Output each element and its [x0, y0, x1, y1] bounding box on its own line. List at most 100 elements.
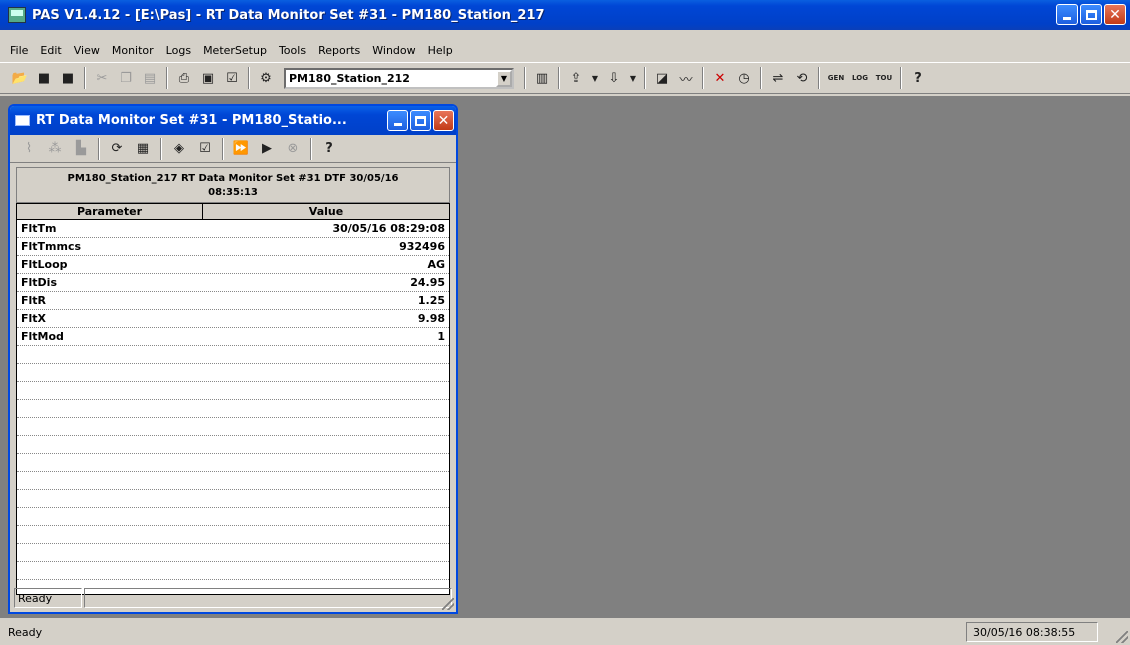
help-icon[interactable]: ? [320, 140, 338, 158]
poll-icon[interactable]: ⟳ [108, 140, 126, 158]
maximize-icon [1085, 9, 1097, 20]
toolbar-separator [98, 137, 100, 160]
param-cell: FltDis [21, 276, 57, 289]
value-cell: 9.98 [417, 312, 445, 325]
waveform-icon[interactable]: 〰 [677, 69, 695, 88]
child-maximize-button[interactable] [410, 110, 431, 131]
table-icon[interactable]: ▦ [134, 140, 152, 158]
chevron-down-icon[interactable]: ▼ [496, 69, 512, 87]
status-bar: Ready 30/05/16 08:38:55 [0, 620, 1130, 645]
save-all-icon[interactable]: ■ [59, 69, 77, 87]
menu-view[interactable]: View [68, 44, 106, 57]
toolbar-separator [160, 137, 162, 160]
column-header-value[interactable]: Value [203, 204, 449, 219]
child-status-pane [84, 588, 452, 608]
reset-icon[interactable]: ⇌ [769, 69, 787, 87]
continuous-poll-icon[interactable]: ⏩ [232, 140, 250, 158]
toolbar-separator [310, 137, 312, 160]
dropdown-arrow-icon[interactable]: ▼ [629, 69, 637, 87]
empty-row [17, 400, 449, 418]
save-icon[interactable]: ■ [35, 69, 53, 87]
paste-icon[interactable]: ▤ [141, 69, 159, 87]
child-title-bar[interactable]: RT Data Monitor Set #31 - PM180_Statio..… [10, 106, 456, 135]
stop-icon[interactable]: ⊗ [284, 140, 302, 158]
clock-icon[interactable]: ◷ [735, 69, 753, 87]
main-toolbar: 📂 ■ ■ ✂ ❐ ▤ ⎙ ▣ ☑ ⚙ PM180_Station_212 ▼ … [0, 62, 1130, 94]
dropdown-arrow-icon[interactable]: ▼ [591, 69, 599, 87]
open-folder-icon[interactable]: 📂 [11, 69, 29, 87]
table-row[interactable]: FltTmmcs 932496 [17, 238, 449, 256]
menu-logs[interactable]: Logs [160, 44, 197, 57]
close-button[interactable]: ✕ [1104, 4, 1126, 25]
table-row[interactable]: FltMod 1 [17, 328, 449, 346]
site-combo[interactable]: PM180_Station_212 ▼ [284, 67, 514, 89]
app-icon[interactable] [8, 7, 26, 23]
child-close-button[interactable]: ✕ [433, 110, 454, 131]
empty-row [17, 544, 449, 562]
menu-reports[interactable]: Reports [312, 44, 366, 57]
cut-icon[interactable]: ✂ [93, 69, 111, 87]
print-icon[interactable]: ⎙ [175, 69, 193, 87]
refresh-icon[interactable]: ⟲ [793, 69, 811, 87]
empty-row [17, 490, 449, 508]
table-row[interactable]: FltR 1.25 [17, 292, 449, 310]
empty-row [17, 526, 449, 544]
graph-icon[interactable]: ⌇ [20, 140, 38, 158]
download-icon[interactable]: ⇩ [605, 69, 623, 87]
value-cell: 24.95 [410, 276, 445, 289]
chart-icon[interactable]: ◪ [653, 69, 671, 87]
param-cell: FltLoop [21, 258, 68, 271]
properties-icon[interactable]: ☑ [223, 69, 241, 87]
empty-row [17, 436, 449, 454]
help-icon[interactable]: ? [909, 69, 927, 87]
bar-chart-icon[interactable]: ▙ [72, 140, 90, 158]
meter-icon[interactable]: ▥ [533, 69, 551, 87]
table-row[interactable]: FltDis 24.95 [17, 274, 449, 292]
param-cell: FltTmmcs [21, 240, 82, 253]
value-cell: AG [427, 258, 445, 271]
site-combo-value: PM180_Station_212 [289, 71, 410, 85]
minimize-button[interactable] [1056, 4, 1078, 25]
table-row[interactable]: FltTm 30/05/16 08:29:08 [17, 220, 449, 238]
menu-help[interactable]: Help [422, 44, 459, 57]
table-row[interactable]: FltLoop AG [17, 256, 449, 274]
main-title-bar[interactable]: PAS V1.4.12 - [E:\Pas] - RT Data Monitor… [0, 0, 1130, 30]
toolbar-separator [222, 137, 224, 160]
child-status-text: Ready [14, 588, 82, 608]
data-grid[interactable]: Parameter Value FltTm 30/05/16 08:29:08 F… [16, 203, 450, 595]
resize-grip[interactable] [442, 598, 454, 610]
menu-monitor[interactable]: Monitor [106, 44, 160, 57]
value-cell: 30/05/16 08:29:08 [332, 222, 445, 235]
toolbar-separator [900, 67, 902, 89]
child-minimize-button[interactable] [387, 110, 408, 131]
column-header-parameter[interactable]: Parameter [17, 204, 203, 219]
menu-metersetup[interactable]: MeterSetup [197, 44, 273, 57]
log-icon[interactable]: LOG [851, 69, 869, 87]
delete-icon[interactable]: ✕ [711, 69, 729, 87]
status-text: Ready [8, 626, 43, 639]
menu-edit[interactable]: Edit [34, 44, 67, 57]
menu-tools[interactable]: Tools [273, 44, 312, 57]
gen-icon[interactable]: GEN [827, 69, 845, 87]
site-setup-icon[interactable]: ▣ [199, 69, 217, 87]
report-header-line1: PM180_Station_217 RT Data Monitor Set #3… [67, 173, 399, 184]
tag-icon[interactable]: ◈ [170, 140, 188, 158]
child-status-bar: Ready [14, 588, 452, 608]
maximize-button[interactable] [1080, 4, 1102, 25]
tou-icon[interactable]: TOU [875, 69, 893, 87]
menu-file[interactable]: File [4, 44, 34, 57]
single-poll-icon[interactable]: ▶ [258, 140, 276, 158]
copy-icon[interactable]: ❐ [117, 69, 135, 87]
table-row[interactable]: FltX 9.98 [17, 310, 449, 328]
trend-icon[interactable]: ⁂ [46, 140, 64, 158]
empty-row [17, 418, 449, 436]
menu-window[interactable]: Window [366, 44, 421, 57]
resize-grip[interactable] [1116, 631, 1128, 643]
upload-icon[interactable]: ⇪ [567, 69, 585, 87]
status-time: 30/05/16 08:38:55 [966, 622, 1098, 642]
rt-data-monitor-window[interactable]: RT Data Monitor Set #31 - PM180_Statio..… [8, 104, 458, 614]
maximize-icon [415, 115, 426, 126]
value-cell: 1 [437, 330, 445, 343]
connect-icon[interactable]: ⚙ [257, 69, 275, 87]
properties-icon[interactable]: ☑ [196, 140, 214, 158]
